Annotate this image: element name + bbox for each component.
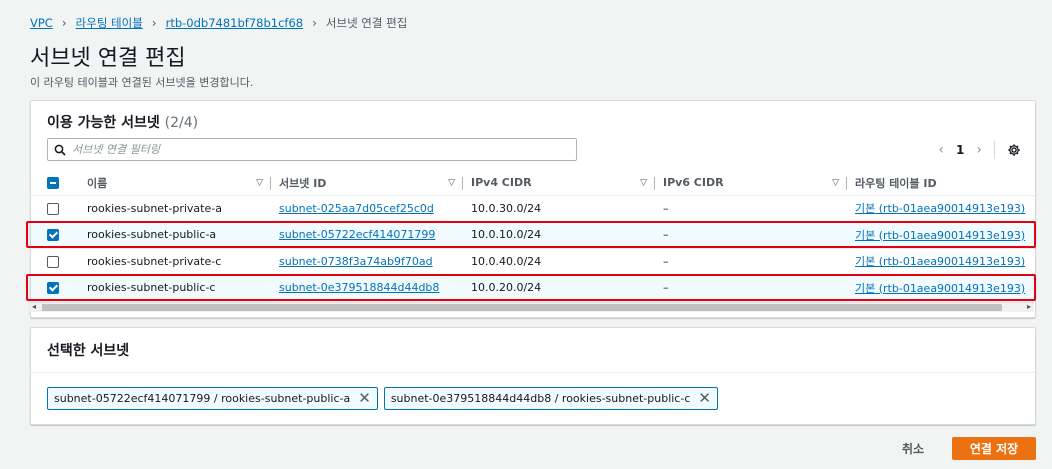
ipv4-cidr: 10.0.10.0/24 bbox=[463, 221, 655, 249]
route-table-link[interactable]: 기본 (rtb-01aea90014913e193) bbox=[855, 202, 1025, 215]
close-icon[interactable]: ✕ bbox=[358, 391, 371, 406]
subnet-id-link[interactable]: subnet-0738f3a74ab9f70ad bbox=[279, 255, 433, 268]
select-all-header bbox=[31, 171, 79, 196]
subnet-name: rookies-subnet-public-c bbox=[79, 274, 271, 302]
column-header-name[interactable]: 이름 ▽ bbox=[79, 171, 271, 196]
row-checkbox[interactable] bbox=[47, 255, 59, 268]
row-checkbox[interactable] bbox=[47, 202, 59, 215]
column-header-route-table[interactable]: 라우팅 테이블 ID bbox=[847, 171, 1035, 196]
chevron-right-icon: › bbox=[61, 16, 67, 30]
page-description: 이 라우팅 테이블과 연결된 서브넷을 변경합니다. bbox=[30, 76, 254, 89]
ipv6-cidr: – bbox=[655, 195, 847, 222]
subnet-filter[interactable] bbox=[47, 138, 577, 161]
scroll-left-icon[interactable]: ◂ bbox=[32, 302, 36, 311]
breadcrumb-current: 서브넷 연결 편집 bbox=[325, 16, 408, 30]
sort-icon: ▽ bbox=[640, 177, 647, 188]
page-number[interactable]: 1 bbox=[956, 143, 964, 157]
route-table-link[interactable]: 기본 (rtb-01aea90014913e193) bbox=[855, 255, 1025, 268]
prev-page-icon[interactable]: ‹ bbox=[938, 142, 944, 158]
token-label: subnet-05722ecf414071799 / rookies-subne… bbox=[54, 392, 351, 405]
cancel-button[interactable]: 취소 bbox=[902, 440, 924, 457]
available-subnets-panel: 이용 가능한 서브넷 (2/4) ‹ 1 › bbox=[30, 100, 1036, 318]
row-checkbox[interactable] bbox=[47, 282, 59, 295]
subnet-id-link[interactable]: subnet-0e379518844d44db8 bbox=[279, 281, 439, 294]
route-table-link[interactable]: 기본 (rtb-01aea90014913e193) bbox=[855, 229, 1025, 242]
selected-subnet-token: subnet-0e379518844d44db8 / rookies-subne… bbox=[383, 387, 718, 410]
breadcrumb-vpc[interactable]: VPC bbox=[30, 16, 53, 30]
sort-icon: ▽ bbox=[256, 177, 263, 188]
pagination: ‹ 1 › bbox=[938, 141, 1021, 159]
search-icon bbox=[54, 144, 66, 156]
subnet-name: rookies-subnet-private-a bbox=[79, 195, 271, 222]
pager-divider bbox=[994, 141, 995, 159]
next-page-icon[interactable]: › bbox=[976, 142, 982, 158]
breadcrumb-route-tables[interactable]: 라우팅 테이블 bbox=[76, 15, 143, 31]
scroll-right-icon[interactable]: ▸ bbox=[1027, 302, 1031, 311]
panel-divider bbox=[31, 372, 1035, 373]
ipv4-cidr: 10.0.30.0/24 bbox=[463, 195, 655, 222]
subnet-name: rookies-subnet-private-c bbox=[79, 248, 271, 275]
selected-subnets-title: 선택한 서브넷 bbox=[47, 343, 130, 359]
sort-icon: ▽ bbox=[448, 177, 455, 188]
available-subnets-title: 이용 가능한 서브넷 bbox=[47, 115, 160, 131]
subnet-name: rookies-subnet-public-a bbox=[79, 221, 271, 249]
select-all-checkbox[interactable] bbox=[47, 177, 59, 190]
chevron-right-icon: › bbox=[151, 16, 157, 30]
table-row[interactable]: rookies-subnet-private-a subnet-025aa7d0… bbox=[31, 195, 1035, 222]
selected-token-list: subnet-05722ecf414071799 / rookies-subne… bbox=[47, 387, 718, 410]
column-header-ipv4[interactable]: IPv4 CIDR ▽ bbox=[463, 171, 655, 196]
ipv4-cidr: 10.0.40.0/24 bbox=[463, 248, 655, 275]
token-label: subnet-0e379518844d44db8 / rookies-subne… bbox=[390, 392, 691, 405]
ipv6-cidr: – bbox=[655, 274, 847, 302]
table-header-row: 이름 ▽ 서브넷 ID ▽ IPv4 CIDR ▽ IPv6 CIDR ▽ 라우… bbox=[31, 171, 1035, 196]
scrollbar-thumb[interactable] bbox=[42, 304, 1002, 311]
route-table-link[interactable]: 기본 (rtb-01aea90014913e193) bbox=[855, 282, 1025, 295]
selected-subnets-panel: 선택한 서브넷 subnet-05722ecf414071799 / rooki… bbox=[30, 327, 1036, 425]
ipv6-cidr: – bbox=[655, 221, 847, 249]
subnets-table-container: 이름 ▽ 서브넷 ID ▽ IPv4 CIDR ▽ IPv6 CIDR ▽ 라우… bbox=[31, 171, 1035, 315]
horizontal-scrollbar[interactable]: ◂ ▸ bbox=[30, 302, 1034, 312]
selected-subnet-token: subnet-05722ecf414071799 / rookies-subne… bbox=[47, 387, 378, 410]
ipv4-cidr: 10.0.20.0/24 bbox=[463, 274, 655, 302]
selection-count: (2/4) bbox=[164, 115, 199, 131]
chevron-right-icon: › bbox=[312, 16, 317, 30]
available-subnets-header: 이용 가능한 서브넷 (2/4) bbox=[47, 112, 198, 132]
sort-icon: ▽ bbox=[832, 177, 839, 188]
table-row[interactable]: rookies-subnet-public-c subnet-0e3795188… bbox=[31, 274, 1035, 302]
column-header-subnet-id[interactable]: 서브넷 ID ▽ bbox=[271, 171, 463, 196]
save-associations-button[interactable]: 연결 저장 bbox=[952, 437, 1036, 460]
subnet-filter-input[interactable] bbox=[72, 143, 576, 156]
subnet-id-link[interactable]: subnet-025aa7d05cef25c0d bbox=[279, 202, 434, 215]
page-title: 서브넷 연결 편집 bbox=[30, 46, 186, 71]
close-icon[interactable]: ✕ bbox=[698, 391, 711, 406]
breadcrumb-route-table-id[interactable]: rtb-0db7481bf78b1cf68 bbox=[166, 16, 303, 30]
table-row[interactable]: rookies-subnet-public-a subnet-05722ecf4… bbox=[31, 221, 1035, 249]
ipv6-cidr: – bbox=[655, 248, 847, 275]
table-row[interactable]: rookies-subnet-private-c subnet-0738f3a7… bbox=[31, 248, 1035, 275]
subnets-table: 이름 ▽ 서브넷 ID ▽ IPv4 CIDR ▽ IPv6 CIDR ▽ 라우… bbox=[31, 171, 1035, 302]
subnet-id-link[interactable]: subnet-05722ecf414071799 bbox=[279, 228, 435, 241]
row-checkbox[interactable] bbox=[47, 229, 59, 242]
gear-icon[interactable] bbox=[1007, 143, 1021, 157]
breadcrumb: VPC › 라우팅 테이블 › rtb-0db7481bf78b1cf68 › … bbox=[30, 15, 407, 31]
column-header-ipv6[interactable]: IPv6 CIDR ▽ bbox=[655, 171, 847, 196]
